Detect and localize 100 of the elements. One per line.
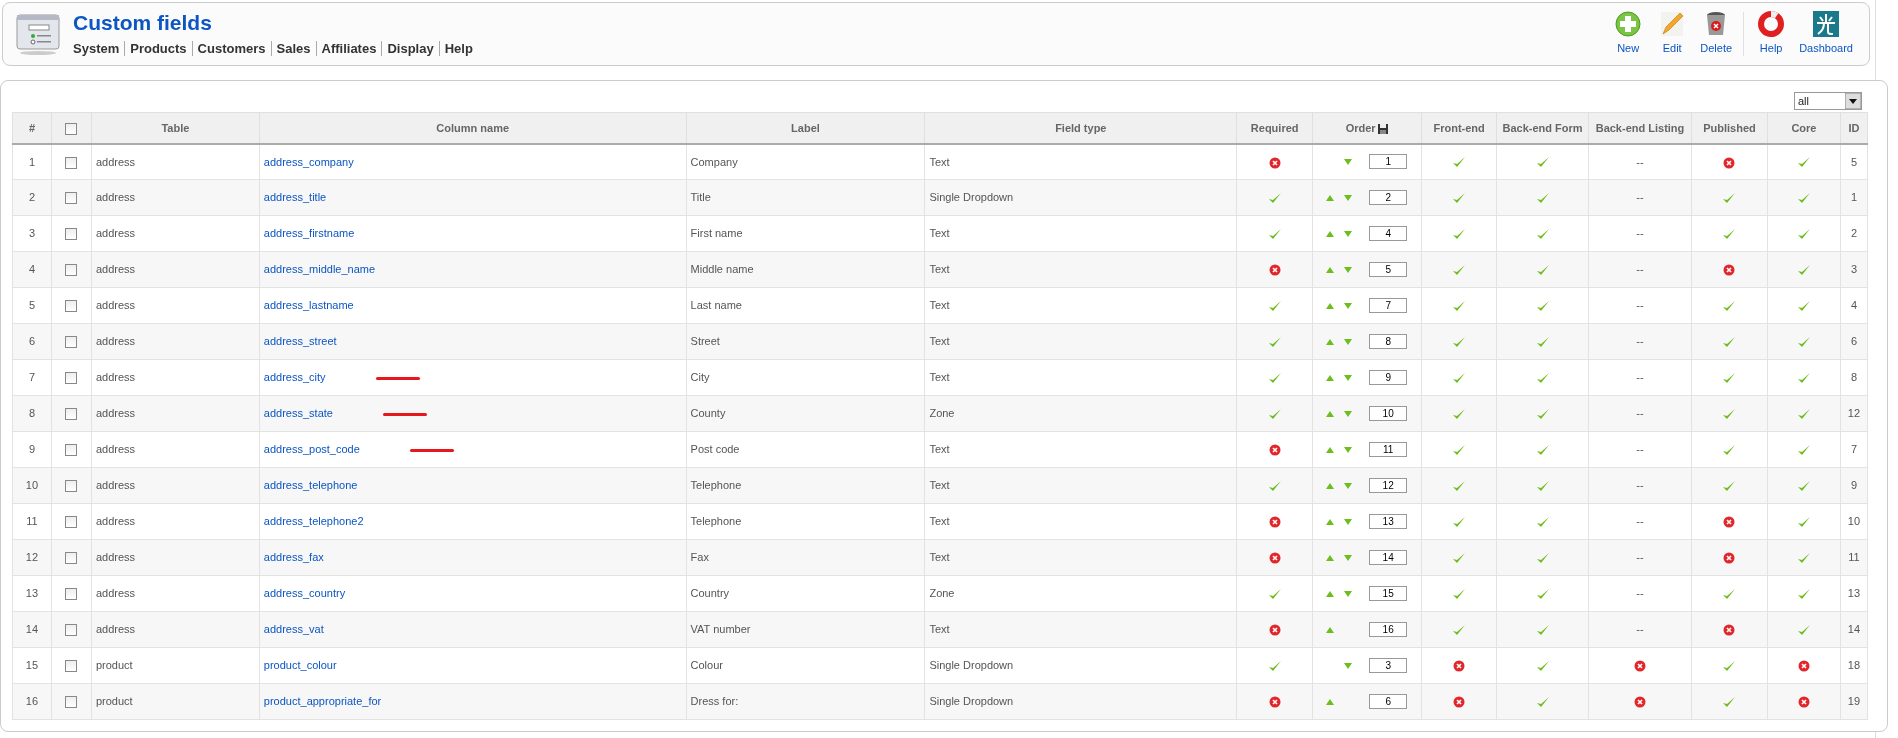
checkmark-icon[interactable]	[1267, 227, 1282, 241]
move-up-icon[interactable]	[1326, 230, 1335, 237]
checkmark-icon[interactable]	[1452, 407, 1467, 421]
move-up-icon[interactable]	[1326, 698, 1335, 705]
column-name-link[interactable]: address_title	[263, 191, 327, 204]
menu-link[interactable]: System	[73, 38, 120, 59]
checkmark-icon[interactable]	[1535, 227, 1550, 241]
checkmark-icon[interactable]	[1267, 335, 1282, 349]
order-input[interactable]: 9	[1369, 370, 1408, 385]
move-down-icon[interactable]	[1344, 374, 1353, 381]
menu-link[interactable]: Products	[130, 38, 187, 59]
checkmark-icon[interactable]	[1452, 263, 1467, 277]
move-down-icon[interactable]	[1344, 230, 1353, 237]
checkmark-icon[interactable]	[1452, 479, 1467, 493]
checkbox[interactable]	[65, 372, 78, 385]
checkmark-icon[interactable]	[1722, 479, 1737, 493]
toolbar-button[interactable]: Help	[1751, 11, 1792, 57]
checkmark-icon[interactable]	[1722, 587, 1737, 601]
checkbox[interactable]	[65, 588, 78, 601]
column-name-link[interactable]: address_street	[263, 335, 337, 348]
checkmark-icon[interactable]	[1452, 587, 1467, 601]
checkmark-icon[interactable]	[1535, 587, 1550, 601]
checkbox[interactable]	[65, 156, 78, 169]
order-input[interactable]: 2	[1369, 190, 1408, 205]
move-up-icon[interactable]	[1326, 302, 1335, 309]
checkmark-icon[interactable]	[1796, 227, 1811, 241]
column-name-link[interactable]: address_telephone	[263, 479, 358, 492]
checkbox[interactable]	[65, 516, 78, 529]
checkbox[interactable]	[65, 660, 78, 673]
checkmark-icon[interactable]	[1535, 623, 1550, 637]
checkmark-icon[interactable]	[1267, 299, 1282, 313]
menu-link[interactable]: Affiliates	[321, 38, 377, 59]
move-down-icon[interactable]	[1344, 482, 1353, 489]
column-name-link[interactable]: address_state	[263, 407, 333, 420]
cross-circle-icon[interactable]	[1268, 624, 1281, 637]
filter-dropdown[interactable]: all	[1794, 92, 1862, 110]
checkbox[interactable]	[65, 696, 78, 709]
order-input[interactable]: 10	[1369, 406, 1408, 421]
cross-circle-icon[interactable]	[1453, 660, 1466, 673]
checkmark-icon[interactable]	[1452, 551, 1467, 565]
checkmark-icon[interactable]	[1722, 407, 1737, 421]
column-name-link[interactable]: address_city	[263, 371, 326, 384]
menu-link[interactable]: Display	[387, 38, 434, 59]
move-down-icon[interactable]	[1344, 302, 1353, 309]
checkmark-icon[interactable]	[1535, 191, 1550, 205]
move-up-icon[interactable]	[1326, 266, 1335, 273]
cross-circle-icon[interactable]	[1723, 624, 1736, 637]
move-up-icon[interactable]	[1326, 194, 1335, 201]
checkmark-icon[interactable]	[1452, 227, 1467, 241]
cross-circle-icon[interactable]	[1723, 552, 1736, 565]
menu-link[interactable]: Sales	[276, 38, 311, 59]
checkmark-icon[interactable]	[1796, 587, 1811, 601]
cross-circle-icon[interactable]	[1797, 660, 1810, 673]
move-up-icon[interactable]	[1326, 626, 1335, 633]
checkmark-icon[interactable]	[1267, 191, 1282, 205]
cross-circle-icon[interactable]	[1268, 264, 1281, 277]
checkmark-icon[interactable]	[1267, 479, 1282, 493]
checkbox[interactable]	[65, 624, 78, 637]
move-up-icon[interactable]	[1326, 338, 1335, 345]
checkbox[interactable]	[65, 122, 78, 135]
order-input[interactable]: 4	[1369, 226, 1408, 241]
checkmark-icon[interactable]	[1535, 407, 1550, 421]
checkmark-icon[interactable]	[1796, 191, 1811, 205]
column-name-link[interactable]: address_fax	[263, 551, 324, 564]
checkmark-icon[interactable]	[1722, 371, 1737, 385]
order-input[interactable]: 8	[1369, 334, 1408, 349]
move-up-icon[interactable]	[1326, 374, 1335, 381]
cross-circle-icon[interactable]	[1268, 444, 1281, 457]
checkmark-icon[interactable]	[1722, 335, 1737, 349]
checkmark-icon[interactable]	[1722, 695, 1737, 709]
order-input[interactable]: 1	[1369, 154, 1408, 170]
column-name-link[interactable]: address_telephone2	[263, 515, 364, 528]
cross-circle-icon[interactable]	[1723, 516, 1736, 529]
checkmark-icon[interactable]	[1535, 551, 1550, 565]
column-name-link[interactable]: address_middle_name	[263, 263, 376, 276]
checkmark-icon[interactable]	[1535, 443, 1550, 457]
cross-circle-icon[interactable]	[1453, 696, 1466, 709]
column-name-link[interactable]: address_country	[263, 587, 346, 600]
checkmark-icon[interactable]	[1535, 335, 1550, 349]
checkbox[interactable]	[65, 228, 78, 241]
checkmark-icon[interactable]	[1267, 371, 1282, 385]
order-input[interactable]: 6	[1369, 694, 1408, 709]
move-down-icon[interactable]	[1344, 158, 1353, 165]
cross-circle-icon[interactable]	[1723, 264, 1736, 277]
checkmark-icon[interactable]	[1267, 407, 1282, 421]
move-down-icon[interactable]	[1344, 266, 1353, 273]
checkmark-icon[interactable]	[1452, 371, 1467, 385]
move-down-icon[interactable]	[1344, 410, 1353, 417]
checkmark-icon[interactable]	[1535, 515, 1550, 529]
checkmark-icon[interactable]	[1796, 335, 1811, 349]
checkmark-icon[interactable]	[1722, 659, 1737, 673]
move-down-icon[interactable]	[1344, 338, 1353, 345]
checkmark-icon[interactable]	[1722, 227, 1737, 241]
order-input[interactable]: 11	[1369, 442, 1408, 457]
checkmark-icon[interactable]	[1722, 299, 1737, 313]
checkmark-icon[interactable]	[1452, 191, 1467, 205]
checkmark-icon[interactable]	[1452, 299, 1467, 313]
toolbar-button[interactable]: New	[1608, 11, 1649, 57]
move-up-icon[interactable]	[1326, 518, 1335, 525]
order-input[interactable]: 12	[1369, 478, 1408, 493]
